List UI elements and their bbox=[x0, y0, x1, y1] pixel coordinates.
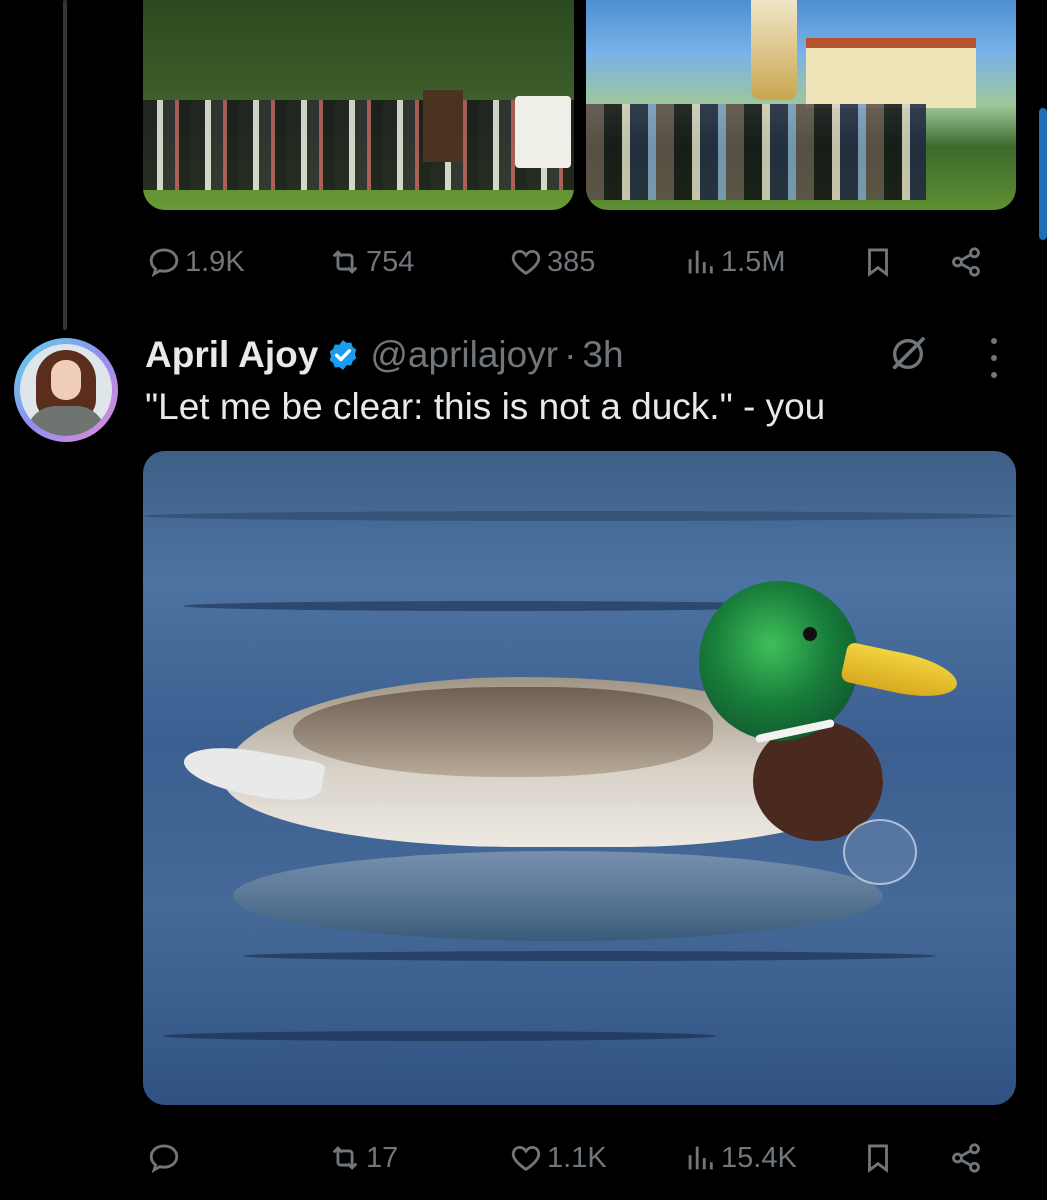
repost-count: 754 bbox=[366, 245, 415, 278]
thread-connector-line bbox=[63, 0, 67, 330]
previous-tweet-actions: 1.9K 754 385 1.5M bbox=[143, 238, 1003, 286]
bar-chart-icon bbox=[688, 1146, 713, 1170]
avatar[interactable] bbox=[14, 338, 118, 442]
reply-button[interactable]: 1.9K bbox=[147, 238, 245, 286]
duck-wing bbox=[293, 687, 713, 777]
speech-bubble-icon bbox=[149, 1144, 179, 1174]
reply-count: 1.9K bbox=[185, 245, 245, 278]
water-ripple bbox=[143, 511, 1016, 521]
avatar-photo bbox=[20, 344, 112, 436]
view-count: 15.4K bbox=[721, 1141, 797, 1174]
repost-button[interactable]: 17 bbox=[328, 1134, 398, 1182]
duck-photo[interactable] bbox=[143, 451, 1016, 1105]
tweet-text: "Let me be clear: this is not a duck." -… bbox=[145, 386, 826, 427]
water-ripple bbox=[163, 1031, 716, 1041]
water-ripple bbox=[243, 951, 936, 961]
bookmark-icon bbox=[868, 248, 888, 277]
reply-button[interactable] bbox=[147, 1134, 185, 1182]
audience-crowd bbox=[143, 100, 574, 190]
vertical-ellipsis-icon[interactable] bbox=[984, 338, 1004, 378]
share-button[interactable] bbox=[949, 238, 983, 286]
share-nodes-icon bbox=[952, 247, 980, 277]
heart-icon bbox=[511, 249, 541, 275]
bookmark-button[interactable] bbox=[861, 238, 895, 286]
bar-chart-icon bbox=[688, 250, 713, 274]
bookmark-button[interactable] bbox=[861, 1134, 895, 1182]
tweet-timestamp[interactable]: 3h bbox=[582, 334, 623, 376]
duck-bill bbox=[840, 641, 961, 705]
dot bbox=[991, 338, 997, 344]
repost-count: 17 bbox=[366, 1141, 399, 1174]
house bbox=[806, 38, 976, 108]
scrollbar[interactable] bbox=[1039, 108, 1047, 240]
ribbon-cutting-photo[interactable] bbox=[585, 0, 1016, 210]
ceremony-photo[interactable] bbox=[143, 0, 574, 210]
like-count: 385 bbox=[547, 245, 596, 278]
repost-arrows-icon bbox=[332, 250, 358, 274]
podium bbox=[423, 90, 463, 162]
author-name[interactable]: April Ajoy bbox=[145, 334, 318, 376]
heart-icon bbox=[511, 1145, 541, 1171]
views-button[interactable]: 1.5M bbox=[683, 238, 785, 286]
bookmark-icon bbox=[868, 1144, 888, 1173]
like-button[interactable]: 1.1K bbox=[509, 1134, 607, 1182]
duck-eye bbox=[803, 627, 817, 641]
like-button[interactable]: 385 bbox=[509, 238, 595, 286]
avatar-face bbox=[51, 360, 81, 400]
people-lineup bbox=[585, 104, 926, 200]
draped-table bbox=[515, 96, 571, 168]
duck-reflection bbox=[233, 851, 883, 941]
repost-arrows-icon bbox=[332, 1146, 358, 1170]
repost-button[interactable]: 754 bbox=[328, 238, 414, 286]
separator-dot: · bbox=[564, 334, 577, 375]
dot bbox=[991, 372, 997, 378]
previous-tweet-media[interactable] bbox=[143, 0, 1016, 210]
author-handle[interactable]: @aprilajoyr bbox=[370, 334, 558, 376]
tweet-actions: 17 1.1K 15.4K bbox=[143, 1134, 1003, 1182]
dot bbox=[991, 355, 997, 361]
verified-badge-icon[interactable] bbox=[326, 338, 360, 372]
duck-head bbox=[699, 581, 859, 741]
water-bubble bbox=[843, 819, 917, 885]
like-count: 1.1K bbox=[547, 1141, 607, 1174]
tweet-header: April Ajoy @aprilajoyr · 3h bbox=[145, 332, 624, 378]
view-count: 1.5M bbox=[721, 245, 786, 278]
grok-slash-icon[interactable] bbox=[888, 334, 928, 374]
speech-bubble-icon bbox=[149, 248, 179, 278]
share-nodes-icon bbox=[952, 1143, 980, 1173]
avatar-shirt bbox=[26, 406, 106, 436]
views-button[interactable]: 15.4K bbox=[683, 1134, 797, 1182]
share-button[interactable] bbox=[949, 1134, 983, 1182]
statue bbox=[750, 0, 797, 100]
